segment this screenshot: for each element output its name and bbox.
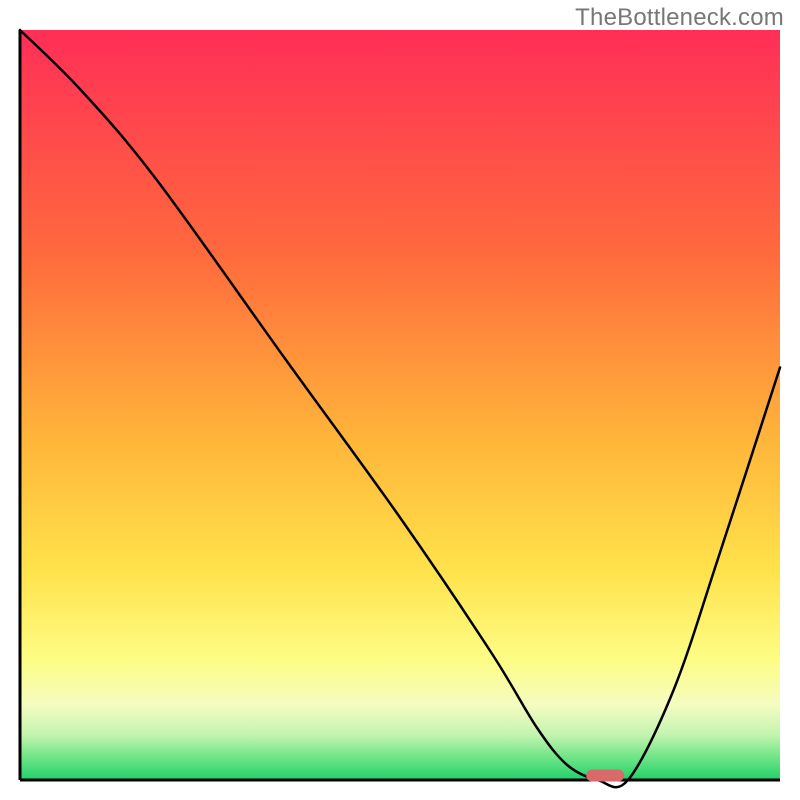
optimal-marker: [586, 770, 624, 782]
gradient-background: [20, 30, 780, 780]
watermark-text: TheBottleneck.com: [575, 4, 784, 32]
chart-container: { "watermark": "TheBottleneck.com", "cha…: [0, 0, 800, 800]
chart-svg: [0, 0, 800, 800]
